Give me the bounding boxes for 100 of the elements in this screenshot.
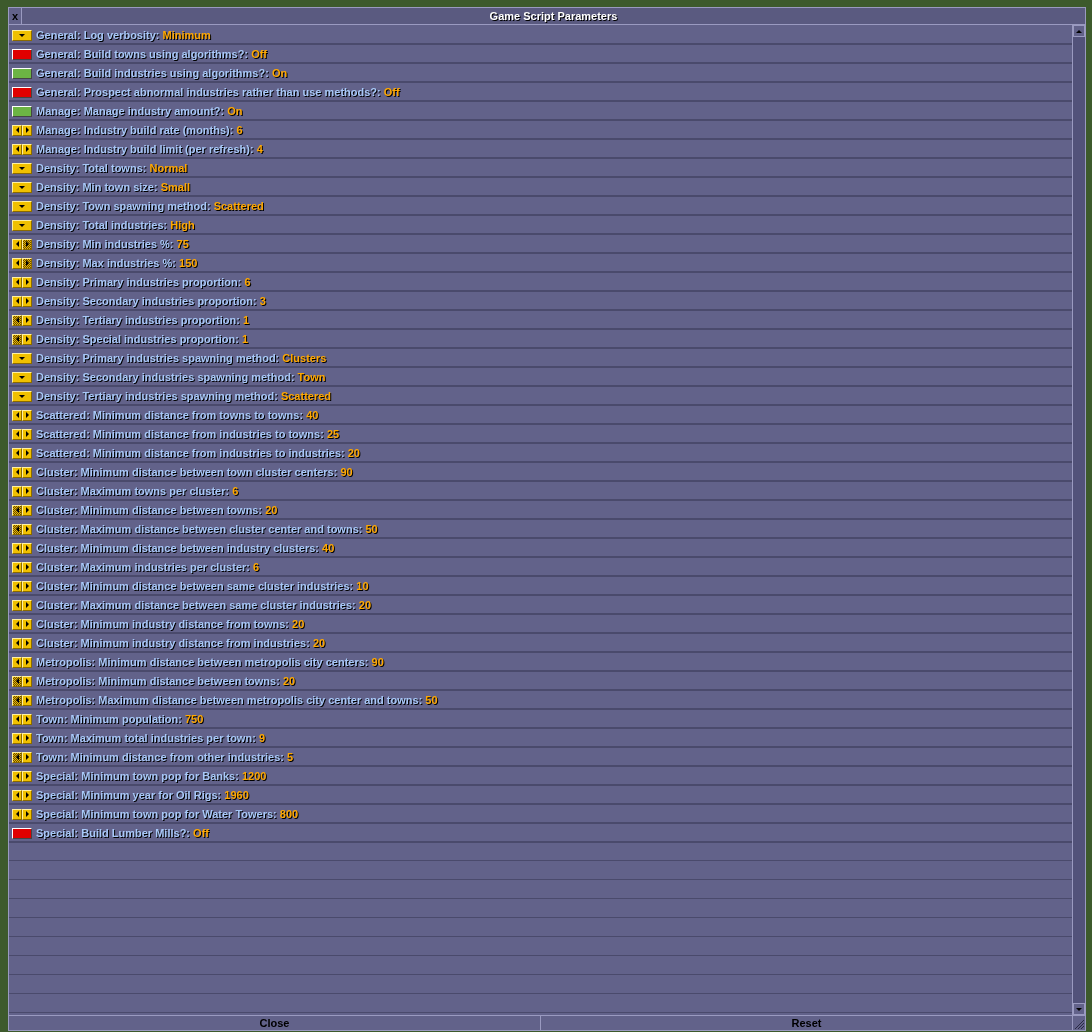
increase-button[interactable] — [22, 295, 32, 307]
decrease-button[interactable] — [12, 637, 22, 649]
decrease-button[interactable] — [12, 732, 22, 744]
decrease-button[interactable] — [12, 656, 22, 668]
dropdown-button[interactable] — [12, 219, 32, 231]
setting-label[interactable]: Cluster: Maximum towns per cluster: 6 — [36, 485, 239, 497]
increase-button[interactable] — [22, 599, 32, 611]
setting-label[interactable]: Town: Maximum total industries per town: 9 — [36, 732, 265, 744]
setting-label[interactable]: Density: Tertiary industries spawning method: Scattered — [36, 390, 332, 402]
increase-button[interactable] — [22, 447, 32, 459]
decrease-button[interactable] — [12, 485, 22, 497]
decrease-button[interactable] — [12, 713, 22, 725]
increase-button[interactable] — [22, 675, 32, 687]
setting-label[interactable]: Density: Secondary industries spawning method: Town — [36, 371, 326, 383]
window-close-button[interactable]: x — [9, 8, 22, 24]
decrease-button[interactable] — [12, 561, 22, 573]
toggle-button[interactable] — [12, 105, 32, 117]
decrease-button[interactable] — [12, 447, 22, 459]
decrease-button[interactable] — [12, 295, 22, 307]
toggle-button[interactable] — [12, 827, 32, 839]
setting-label[interactable]: Cluster: Minimum industry distance from industries: 20 — [36, 637, 326, 649]
setting-label[interactable]: Scattered: Minimum distance from industries to towns: 25 — [36, 428, 340, 440]
increase-button[interactable] — [22, 523, 32, 535]
setting-label[interactable]: Cluster: Minimum distance between town cluster centers: 90 — [36, 466, 353, 478]
increase-button[interactable] — [22, 789, 32, 801]
setting-label[interactable]: Density: Min industries %: 75 — [36, 238, 189, 250]
increase-button[interactable] — [22, 504, 32, 516]
dropdown-button[interactable] — [12, 371, 32, 383]
toggle-button[interactable] — [12, 86, 32, 98]
setting-label[interactable]: Town: Minimum population: 750 — [36, 713, 204, 725]
increase-button[interactable] — [22, 580, 32, 592]
decrease-button[interactable] — [12, 409, 22, 421]
setting-label[interactable]: Scattered: Minimum distance from towns to towns: 40 — [36, 409, 319, 421]
dropdown-button[interactable] — [12, 162, 32, 174]
setting-label[interactable]: Density: Min town size: Small — [36, 181, 191, 193]
setting-label[interactable]: Cluster: Minimum distance between industry clusters: 40 — [36, 542, 335, 554]
toggle-button[interactable] — [12, 67, 32, 79]
scrollbar[interactable] — [1073, 25, 1085, 1015]
increase-button[interactable] — [22, 656, 32, 668]
setting-label[interactable]: Metropolis: Maximum distance between metropolis city center and towns: 50 — [36, 694, 438, 706]
increase-button[interactable] — [22, 732, 32, 744]
decrease-button[interactable] — [12, 770, 22, 782]
setting-label[interactable]: Density: Primary industries spawning method: Clusters — [36, 352, 327, 364]
decrease-button[interactable] — [12, 580, 22, 592]
setting-label[interactable]: Special: Minimum town pop for Water Towers: 800 — [36, 808, 299, 820]
dropdown-button[interactable] — [12, 29, 32, 41]
setting-label[interactable]: Special: Minimum year for Oil Rigs: 1960 — [36, 789, 249, 801]
setting-label[interactable]: Cluster: Maximum industries per cluster: 6 — [36, 561, 260, 573]
increase-button[interactable] — [22, 808, 32, 820]
increase-button[interactable] — [22, 618, 32, 630]
dropdown-button[interactable] — [12, 390, 32, 402]
setting-label[interactable]: Manage: Industry build limit (per refresh): 4 — [36, 143, 263, 155]
decrease-button[interactable] — [12, 124, 22, 136]
decrease-button[interactable] — [12, 789, 22, 801]
increase-button[interactable] — [22, 409, 32, 421]
setting-label[interactable]: Cluster: Maximum distance between cluster center and towns: 50 — [36, 523, 378, 535]
increase-button[interactable] — [22, 124, 32, 136]
setting-label[interactable]: General: Build towns using algorithms?: Off — [36, 48, 268, 60]
setting-label[interactable]: Cluster: Minimum distance between towns: 20 — [36, 504, 278, 516]
dropdown-button[interactable] — [12, 181, 32, 193]
setting-label[interactable]: Density: Secondary industries proportion: 3 — [36, 295, 266, 307]
setting-label[interactable]: General: Build industries using algorithms?: On — [36, 67, 288, 79]
setting-label[interactable]: Manage: Manage industry amount?: On — [36, 105, 243, 117]
setting-label[interactable]: Manage: Industry build rate (months): 6 — [36, 124, 243, 136]
increase-button[interactable] — [22, 751, 32, 763]
decrease-button[interactable] — [12, 276, 22, 288]
decrease-button[interactable] — [12, 618, 22, 630]
setting-label[interactable]: General: Log verbosity: Minimum — [36, 29, 211, 41]
decrease-button[interactable] — [12, 808, 22, 820]
increase-button[interactable] — [22, 276, 32, 288]
setting-label[interactable]: Metropolis: Minimum distance between towns: 20 — [36, 675, 296, 687]
increase-button[interactable] — [22, 542, 32, 554]
decrease-button[interactable] — [12, 542, 22, 554]
decrease-button[interactable] — [12, 257, 22, 269]
setting-label[interactable]: Density: Tertiary industries proportion: 1 — [36, 314, 250, 326]
scroll-up-button[interactable] — [1073, 25, 1085, 37]
increase-button[interactable] — [22, 428, 32, 440]
setting-label[interactable]: Density: Primary industries proportion: 6 — [36, 276, 251, 288]
setting-label[interactable]: Density: Town spawning method: Scattered — [36, 200, 264, 212]
decrease-button[interactable] — [12, 466, 22, 478]
increase-button[interactable] — [22, 314, 32, 326]
increase-button[interactable] — [22, 333, 32, 345]
setting-label[interactable]: Town: Minimum distance from other industries: 5 — [36, 751, 294, 763]
setting-label[interactable]: Special: Minimum town pop for Banks: 1200 — [36, 770, 267, 782]
decrease-button[interactable] — [12, 428, 22, 440]
increase-button[interactable] — [22, 143, 32, 155]
increase-button[interactable] — [22, 694, 32, 706]
decrease-button[interactable] — [12, 143, 22, 155]
dropdown-button[interactable] — [12, 200, 32, 212]
increase-button[interactable] — [22, 713, 32, 725]
setting-label[interactable]: Cluster: Minimum industry distance from towns: 20 — [36, 618, 305, 630]
setting-label[interactable]: Density: Total industries: High — [36, 219, 195, 231]
increase-button[interactable] — [22, 485, 32, 497]
increase-button[interactable] — [22, 770, 32, 782]
setting-label[interactable]: Density: Max industries %: 150 — [36, 257, 198, 269]
scroll-down-button[interactable] — [1073, 1003, 1085, 1015]
setting-label[interactable]: Density: Special industries proportion: 1 — [36, 333, 249, 345]
setting-label[interactable]: Scattered: Minimum distance from industries to industries: 20 — [36, 447, 360, 459]
setting-label[interactable]: General: Prospect abnormal industries rather than use methods?: Off — [36, 86, 400, 98]
increase-button[interactable] — [22, 561, 32, 573]
